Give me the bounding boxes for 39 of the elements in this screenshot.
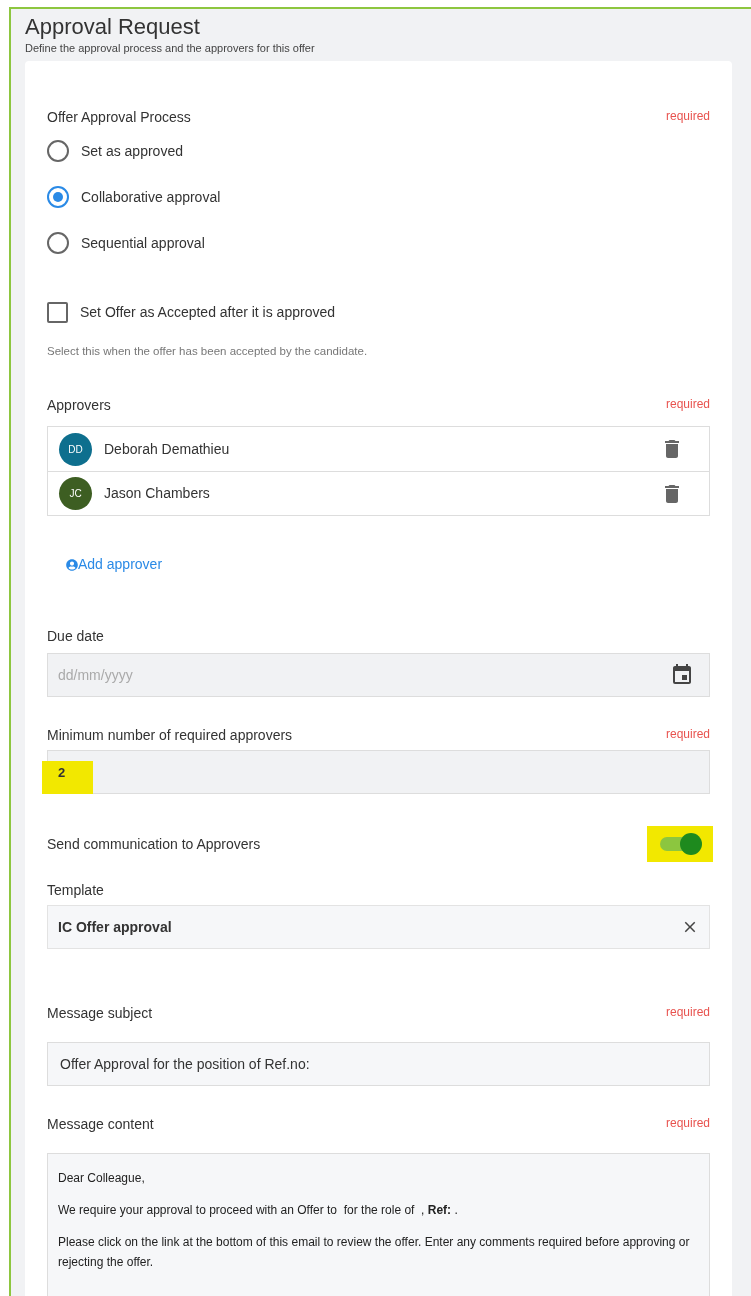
required-indicator: required (665, 726, 710, 744)
message-paragraph: Dear Colleague, (58, 1170, 146, 1188)
radio-button[interactable] (47, 186, 69, 208)
radio-button[interactable] (47, 140, 69, 162)
radio-label: Collaborative approval (81, 187, 221, 207)
radio-label: Set as approved (81, 141, 183, 161)
toggle-label: Send communication to Approvers (47, 834, 261, 854)
required-indicator: required (665, 396, 710, 414)
field-label: Minimum number of required approvers (47, 726, 293, 746)
date-field[interactable]: dd/mm/yyyy (47, 653, 710, 698)
user-icon (66, 558, 78, 571)
avatar: DD (59, 432, 92, 466)
page-subtitle: Define the approval process and the approvers for this offer (25, 41, 316, 55)
checkbox[interactable] (47, 301, 68, 323)
message-paragraph: Please click on the link at the bottom of this email to review the offer. Enter any comments required before approving or rejecting the offer. (58, 1234, 691, 1272)
field-label: Due date (47, 627, 104, 647)
required-indicator: required (665, 1004, 710, 1022)
subject-field[interactable]: Offer Approval for the position of Ref.no: (47, 1042, 710, 1087)
approver-name: Jason Chambers (104, 484, 211, 504)
radio-label: Sequential approval (81, 233, 205, 253)
approver-name: Deborah Demathieu (104, 439, 231, 459)
field-label: Template (47, 881, 104, 901)
field-label: Approvers (47, 396, 111, 416)
required-indicator: required (665, 1115, 710, 1133)
add-approver-link[interactable]: Add approver (66, 554, 163, 576)
message-paragraph: We require your approval to proceed with an Offer to for the role of , Ref: . (58, 1202, 459, 1220)
avatar: JC (59, 477, 92, 511)
hint-text: Select this when the offer has been accepted by the candidate. (47, 344, 369, 359)
required-indicator: required (665, 108, 710, 125)
field-label: Offer Approval Process (47, 108, 191, 127)
field-value: 2 (58, 763, 66, 782)
checkbox-label: Set Offer as Accepted after it is approved (80, 302, 335, 322)
field-label: Message subject (47, 1004, 153, 1024)
message-field[interactable] (47, 1153, 710, 1296)
field-label: Message content (47, 1115, 154, 1135)
template-field[interactable]: IC Offer approval (47, 905, 710, 950)
radio-button[interactable] (47, 232, 69, 254)
field-value: IC Offer approval (58, 917, 173, 937)
page-title: Approval Request (25, 13, 201, 41)
